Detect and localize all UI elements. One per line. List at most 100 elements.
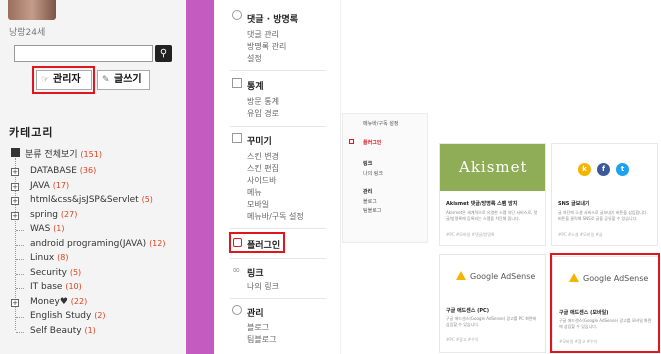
category-item-label: WAS: [30, 224, 51, 234]
adsense-logo: Google AdSense: [456, 271, 536, 281]
card-tags: #PC #소셜 #모바일 #글: [558, 232, 603, 237]
category-item[interactable]: Linux (8): [30, 253, 68, 263]
mini-admin: 관리: [363, 189, 373, 195]
menu-comments-item[interactable]: 댓글 관리: [247, 29, 279, 40]
category-item-count: (1): [53, 224, 65, 233]
search-button[interactable]: ⚲: [155, 45, 172, 62]
magnifier-icon: ⚲: [159, 48, 168, 59]
link-icon: ∞: [232, 265, 241, 276]
plugin-card-adsense-pc[interactable]: Google AdSense 구글 애드센스 (PC) 구글 애드센스(Goog…: [439, 254, 546, 353]
category-item-count: (2): [94, 311, 106, 320]
expand-icon[interactable]: +: [11, 168, 19, 176]
pencil-icon: ✎: [102, 75, 110, 85]
menu-separator: [230, 258, 326, 259]
category-item-count: (1): [84, 325, 96, 335]
category-item-label: DATABASE: [30, 166, 77, 176]
expand-icon[interactable]: +: [11, 197, 19, 205]
category-item[interactable]: IT base (10): [30, 282, 82, 292]
menu-admin-item[interactable]: 블로그: [247, 322, 269, 333]
adsense-logo-text: Google AdSense: [470, 272, 536, 281]
menu-comments-item[interactable]: 방명록 관리: [247, 41, 286, 52]
mini-link-sub: 나의 링크: [363, 171, 383, 177]
mini-menu-preview: 메뉴바/구독 설정 플러그인 링크 나의 링크 관리 블로그 팀블로그: [342, 113, 428, 243]
card-title: SNS 글보내기: [558, 201, 590, 207]
category-item[interactable]: android programing(JAVA) (12): [30, 239, 165, 249]
akismet-banner: Akismet: [440, 144, 545, 191]
category-all-label: 분류 전체보기: [25, 150, 78, 160]
gear-icon: [232, 305, 242, 315]
category-item-label: html&css&jsJSP&Servlet: [30, 195, 139, 205]
tree-branch: [16, 273, 24, 275]
category-item[interactable]: DATABASE (36): [30, 166, 96, 176]
menu-design-item[interactable]: 모바일: [247, 199, 269, 210]
category-item-count: (22): [70, 296, 88, 306]
card-tags: #PC #광고 #수익: [446, 337, 479, 342]
expand-icon[interactable]: +: [11, 298, 19, 307]
menu-design-item[interactable]: 스킨 변경: [247, 151, 279, 162]
menu-comments-title[interactable]: 댓글 · 방명록: [247, 12, 298, 25]
write-button[interactable]: ✎ 글쓰기: [97, 70, 150, 90]
category-item[interactable]: html&css&jsJSP&Servlet (5): [30, 195, 153, 205]
kakao-icon: k: [578, 163, 591, 176]
admin-menu: [214, 0, 341, 354]
card-description: Akismet은 세계적으로 유명한 스팸 차단 서비스로, 댓글/방명록에 등…: [446, 210, 538, 221]
profile-image: [8, 0, 56, 20]
category-item[interactable]: Self Beauty (1): [30, 326, 96, 336]
menu-design-item[interactable]: 스킨 편집: [247, 163, 279, 174]
category-item-label: android programing(JAVA): [30, 238, 147, 249]
expand-icon[interactable]: +: [11, 182, 19, 191]
mini-plugin-icon: [349, 139, 354, 144]
menu-link-item[interactable]: 나의 링크: [247, 281, 279, 292]
plugin-card-akismet[interactable]: Akismet Akismet 댓글/방명록 스팸 방지 Akismet은 세계…: [439, 143, 546, 246]
comment-icon: [232, 10, 242, 20]
menu-link-title[interactable]: 링크: [247, 266, 264, 279]
category-item[interactable]: JAVA (17): [30, 181, 69, 191]
category-item-label: Self Beauty: [30, 325, 82, 336]
search-input[interactable]: [14, 45, 153, 62]
menu-design-item[interactable]: 사이드바: [247, 175, 276, 186]
card-description: 글 하단에 소셜 서비스로 글보내기 버튼을 삽입합니다. 버튼을 클릭해 SN…: [558, 210, 648, 221]
category-item[interactable]: Security (5): [30, 268, 81, 278]
category-item-label: Money♥: [30, 296, 68, 307]
layout-icon: [232, 133, 242, 143]
tree-branch: [16, 288, 24, 289]
menu-admin-item[interactable]: 팀블로그: [247, 334, 276, 345]
menu-stats-item[interactable]: 유입 경로: [247, 108, 279, 119]
mini-plugin: 플러그인: [363, 140, 382, 146]
adsense-icon: [456, 271, 466, 280]
category-item[interactable]: spring (27): [30, 210, 77, 220]
menu-design-item[interactable]: 메뉴: [247, 187, 262, 198]
plugin-highlight-box: [229, 232, 285, 253]
mini-link: 링크: [363, 161, 373, 167]
category-item[interactable]: WAS (1): [30, 224, 65, 234]
category-item-count: (27): [60, 209, 78, 219]
admin-highlight-box: [32, 66, 95, 94]
category-item-count: (36): [79, 166, 97, 175]
menu-stats-title[interactable]: 통계: [247, 79, 264, 92]
menu-design-item[interactable]: 메뉴바/구독 설정: [247, 211, 304, 222]
menu-admin-title[interactable]: 관리: [247, 306, 264, 319]
tree-branch: [16, 230, 24, 231]
mini-item: 메뉴바/구독 설정: [363, 121, 399, 127]
category-item-label: spring: [30, 209, 59, 220]
panel-divider: [186, 0, 214, 354]
category-item[interactable]: English Study (2): [30, 311, 106, 321]
twitter-icon: t: [616, 163, 629, 176]
menu-design-title[interactable]: 꾸미기: [247, 134, 272, 147]
category-item[interactable]: Money♥ (22): [30, 297, 87, 307]
chart-icon: [232, 78, 242, 88]
tree-branch: [16, 331, 24, 333]
category-item-count: (10): [65, 282, 82, 291]
expand-icon[interactable]: +: [11, 211, 19, 220]
category-item-label: English Study: [30, 311, 92, 321]
menu-stats-item[interactable]: 방문 통계: [247, 96, 279, 107]
category-all-count: (151): [80, 150, 102, 159]
menu-separator: [230, 298, 326, 299]
category-all[interactable]: 분류 전체보기 (151): [25, 147, 102, 160]
write-button-label: 글쓰기: [114, 74, 142, 85]
book-icon: [11, 148, 20, 157]
menu-comments-item[interactable]: 설정: [247, 53, 262, 64]
plugin-card-sns[interactable]: k f t SNS 글보내기 글 하단에 소셜 서비스로 글보내기 버튼을 삽입…: [551, 143, 658, 246]
category-title: 카테고리: [9, 126, 54, 139]
category-item-count: (17): [52, 180, 70, 190]
